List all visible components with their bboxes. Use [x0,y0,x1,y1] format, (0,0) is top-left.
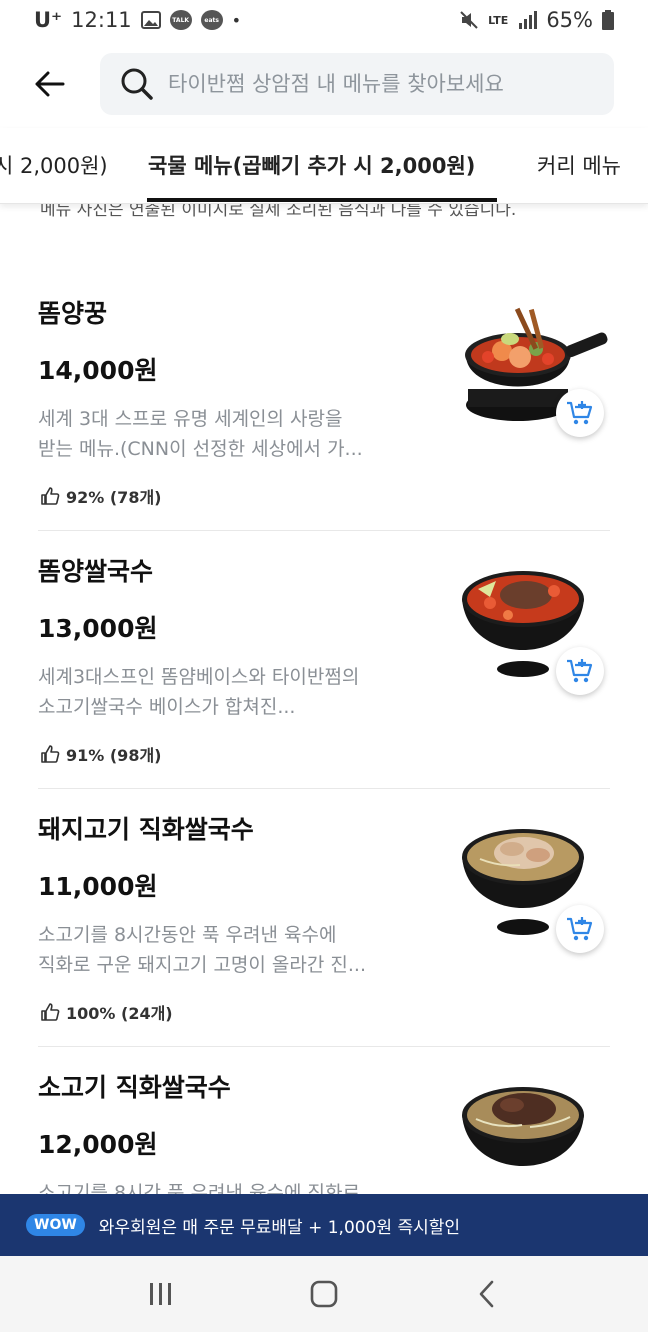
thumbs-up-icon [41,1003,60,1021]
battery-percent: 65% [546,8,593,32]
gallery-icon [140,11,161,29]
chevron-left-icon [479,1280,493,1308]
active-tab-indicator [147,198,497,202]
battery-icon [602,10,614,30]
description-line: 직화로 구운 돼지고기 고명이 올라간 진... [38,954,366,976]
wow-badge: WOW [26,1214,85,1236]
tab-previous[interactable]: 시 2,000원) [0,150,108,180]
menu-item-name: 똠양쌀국수 [38,557,154,586]
carrier-label: U⁺ [34,8,63,32]
header [0,40,648,128]
description-line: 소고기를 8시간 푹 우려낸 육수에 직화로 [38,1182,360,1194]
photo-notice: 메뉴 사진은 연출된 이미지로 실제 조리된 음식과 다를 수 있습니다. [40,204,517,220]
clock: 12:11 [71,8,132,32]
menu-item-rating: 92% (78개) [40,484,161,508]
search-icon [121,68,153,100]
thumbs-up-icon [41,487,60,505]
menu-item-name: 돼지고기 직화쌀국수 [38,815,254,844]
menu-item-description: 세계 3대 스프로 유명 세계인의 사랑을 받는 메뉴.(CNN이 선정한 세상… [38,404,408,464]
notification-dot: • [231,10,242,30]
description-line: 소고기쌀국수 베이스가 합쳐진... [38,696,296,718]
system-back-button[interactable] [457,1264,517,1324]
menu-item-description: 소고기를 8시간 푹 우려낸 육수에 직화로 [38,1178,408,1194]
menu-item-price: 11,000원 [38,872,158,901]
menu-item-rating: 91% (98개) [40,742,161,766]
menu-item-beef-fire-noodle[interactable]: 소고기 직화쌀국수 12,000원 소고기를 8시간 푹 우려낸 육수에 직화로 [38,1047,610,1194]
recent-apps-icon [150,1283,172,1305]
add-cart-icon [567,917,593,941]
network-type: LTE [488,13,509,27]
rating-text: 91% (98개) [66,746,162,765]
home-icon [310,1280,338,1308]
menu-item-description: 소고기를 8시간동안 푹 우려낸 육수에 직화로 구운 돼지고기 고명이 올라간… [38,920,408,980]
add-to-cart-button[interactable] [556,647,604,695]
search-input[interactable] [168,72,588,96]
mute-icon [459,10,479,30]
menu-item-tom-yum-noodle[interactable]: 똠양쌀국수 13,000원 세계3대스프인 똠얌베이스와 타이반쩜의 소고기쌀국… [38,531,610,789]
kakaotalk-icon: TALK [169,10,192,30]
description-line: 받는 메뉴.(CNN이 선정한 세상에서 가... [38,438,363,460]
menu-item-description: 세계3대스프인 똠얌베이스와 타이반쩜의 소고기쌀국수 베이스가 합쳐진... [38,662,408,722]
tab-soup-menu[interactable]: 국물 메뉴(곱빼기 추가 시 2,000원) [148,150,475,180]
thumbs-up-icon [41,745,60,763]
back-arrow-icon [35,71,65,97]
menu-item-pork-fire-noodle[interactable]: 돼지고기 직화쌀국수 11,000원 소고기를 8시간동안 푹 우려낸 육수에 … [38,789,610,1047]
menu-list[interactable]: 메뉴 사진은 연출된 이미지로 실제 조리된 음식과 다를 수 있습니다. 똠양… [0,204,648,1194]
home-button[interactable] [294,1264,354,1324]
menu-item-price: 12,000원 [38,1130,158,1159]
add-to-cart-button[interactable] [556,905,604,953]
category-tabs: 시 2,000원) 국물 메뉴(곱빼기 추가 시 2,000원) 커리 메뉴 [0,128,648,204]
menu-item-rating: 100% (24개) [40,1000,173,1024]
rating-text: 100% (24개) [66,1004,173,1023]
menu-item-price: 14,000원 [38,356,158,385]
description-line: 세계3대스프인 똠얌베이스와 타이반쩜의 [38,666,360,688]
coupang-eats-icon: eats [200,10,223,30]
promo-text: 와우회원은 매 주문 무료배달 + 1,000원 즉시할인 [98,1217,461,1238]
tab-curry-menu[interactable]: 커리 메뉴 [537,150,621,180]
menu-item-name: 똠양꿍 [38,299,108,328]
description-line: 소고기를 8시간동안 푹 우려낸 육수에 [38,924,337,946]
add-cart-icon [567,401,593,425]
wow-promo-banner[interactable]: WOW 와우회원은 매 주문 무료배달 + 1,000원 즉시할인 [0,1194,648,1256]
signal-icon [517,11,538,29]
add-cart-icon [567,659,593,683]
status-bar: U⁺ 12:11 TALK eats • LTE 65% [0,0,648,40]
status-right: LTE 65% [459,8,614,32]
menu-item-price: 13,000원 [38,614,158,643]
add-to-cart-button[interactable] [556,389,604,437]
search-box[interactable] [100,53,614,115]
rating-text: 92% (78개) [66,488,162,507]
system-nav-bar [0,1256,648,1332]
status-left: U⁺ 12:11 TALK eats • [34,8,241,32]
recent-apps-button[interactable] [131,1264,191,1324]
description-line: 세계 3대 스프로 유명 세계인의 사랑을 [38,408,343,430]
menu-item-image[interactable] [450,1073,610,1194]
menu-item-tom-yum-goong[interactable]: 똠양꿍 14,000원 세계 3대 스프로 유명 세계인의 사랑을 받는 메뉴.… [38,273,610,531]
beef-noodle-bowl-icon [462,1087,584,1166]
back-button[interactable] [0,40,100,128]
menu-item-name: 소고기 직화쌀국수 [38,1073,231,1102]
